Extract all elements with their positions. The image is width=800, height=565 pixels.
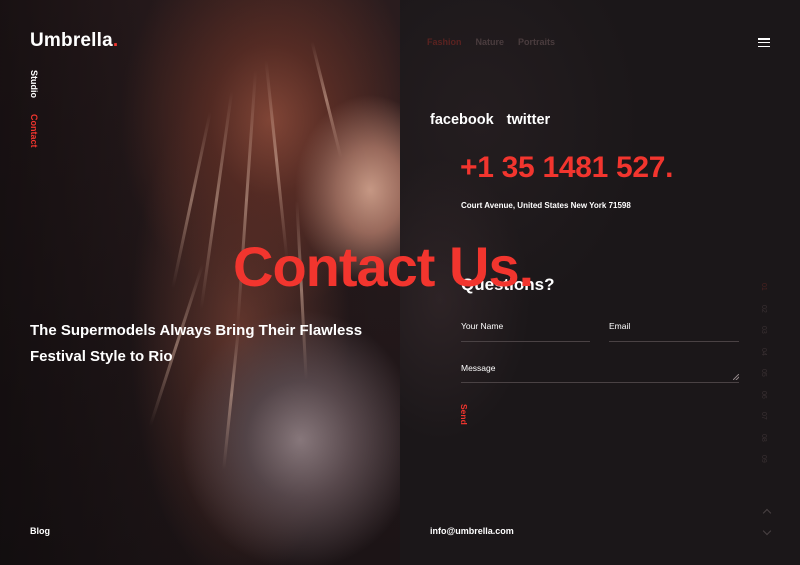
email-label: Email: [609, 321, 631, 331]
pager-item[interactable]: 03: [760, 326, 767, 348]
side-nav: Studio Contact: [29, 70, 43, 164]
hero-headline-line2: Festival Style to Rio: [30, 348, 173, 365]
address: Court Avenue, United States New York 715…: [461, 201, 631, 210]
page: Umbrella. Studio Contact Fashion Nature …: [0, 0, 800, 565]
message-field[interactable]: Message: [461, 363, 739, 383]
top-nav-nature[interactable]: Nature: [476, 37, 505, 47]
pager-item[interactable]: 08: [760, 434, 767, 456]
pager-item[interactable]: 07: [760, 412, 767, 434]
resize-handle-icon[interactable]: [733, 374, 739, 380]
side-nav-contact[interactable]: Contact: [29, 114, 39, 148]
top-nav-portraits[interactable]: Portraits: [518, 37, 555, 47]
pager-item[interactable]: 02: [760, 305, 767, 327]
name-field[interactable]: Your Name: [461, 321, 590, 342]
send-button[interactable]: Send: [459, 404, 469, 425]
chevron-up-icon[interactable]: [762, 508, 772, 518]
phone-number: +1 35 1481 527.: [460, 151, 674, 184]
slide-pager: 01 02 03 04 05 06 07 08 09: [760, 283, 772, 477]
name-label: Your Name: [461, 321, 504, 331]
message-label: Message: [461, 363, 496, 373]
pager-item[interactable]: 06: [760, 391, 767, 413]
pager-item[interactable]: 04: [760, 348, 767, 370]
hero-headline-line1: The Supermodels Always Bring Their Flawl…: [30, 322, 363, 339]
facebook-link[interactable]: facebook: [430, 112, 494, 128]
pager-item[interactable]: 05: [760, 369, 767, 391]
hero-headline: The Supermodels Always Bring Their Flawl…: [30, 318, 390, 370]
social-links: facebook twitter: [430, 112, 550, 128]
brand-dot: .: [112, 30, 119, 51]
email-link[interactable]: info@umbrella.com: [430, 526, 514, 536]
brand-logo[interactable]: Umbrella.: [30, 30, 118, 52]
side-nav-studio[interactable]: Studio: [29, 70, 39, 98]
email-field[interactable]: Email: [609, 321, 739, 342]
page-title: Contact Us.: [233, 235, 534, 298]
brand-name: Umbrella: [30, 30, 113, 51]
blog-link[interactable]: Blog: [30, 526, 50, 536]
top-nav-fashion[interactable]: Fashion: [427, 37, 462, 47]
slide-arrows: [762, 508, 772, 546]
pager-item[interactable]: 09: [760, 455, 767, 477]
top-nav: Fashion Nature Portraits: [427, 37, 555, 47]
twitter-link[interactable]: twitter: [507, 112, 551, 128]
pager-item[interactable]: 01: [760, 283, 767, 305]
hamburger-icon[interactable]: [758, 38, 770, 48]
chevron-down-icon[interactable]: [762, 526, 772, 536]
